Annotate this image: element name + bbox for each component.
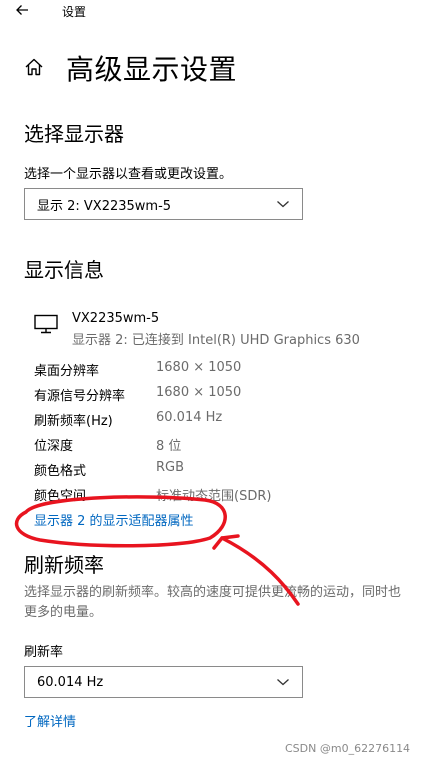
watermark: CSDN @m0_62276114 — [285, 742, 411, 755]
refresh-rate-field-label: 刷新率 — [24, 645, 64, 660]
info-row-refresh-rate: 刷新频率(Hz) — [34, 410, 113, 429]
info-row-color-space: 颜色空间 — [34, 485, 86, 504]
learn-more-link[interactable]: 了解详情 — [24, 711, 76, 730]
section-title-select-display: 选择显示器 — [24, 122, 124, 146]
section-title-refresh-rate: 刷新频率 — [24, 553, 104, 577]
description-line-1: 选择显示器的刷新频率。较高的速度可提供更流畅的运动，同时也 — [24, 585, 402, 600]
description-line-2: 更多的电量。 — [24, 605, 103, 620]
info-row-color-format: 颜色格式 — [34, 460, 86, 479]
info-row-active-signal-resolution: 有源信号分辨率 — [34, 385, 125, 404]
display-select-value: 显示 2: VX2235wm-5 — [37, 198, 172, 214]
annotation-overlay — [14, 495, 300, 606]
page-title: 高级显示设置 — [66, 53, 238, 86]
refresh-rate-description: 选择显示器的刷新频率。较高的速度可提供更流畅的运动，同时也 更多的电量。 — [24, 583, 424, 623]
info-value: 1680 × 1050 — [156, 360, 242, 375]
display-select-dropdown[interactable]: 显示 2: VX2235wm-5 — [24, 188, 303, 220]
info-key: 桌面分辨率 — [34, 364, 100, 379]
info-key: 颜色格式 — [34, 464, 87, 479]
info-key: 刷新频率(Hz) — [34, 414, 113, 429]
monitor-name: VX2235wm-5 — [72, 311, 160, 326]
info-key: 颜色空间 — [34, 489, 87, 504]
info-value: 8 位 — [156, 439, 182, 454]
chevron-down-icon — [276, 199, 290, 209]
info-row-desktop-resolution: 桌面分辨率 — [34, 360, 99, 379]
chevron-down-icon — [276, 677, 290, 687]
home-icon[interactable] — [24, 57, 44, 77]
back-button[interactable] — [14, 2, 30, 22]
section-title-display-info: 显示信息 — [24, 258, 104, 282]
back-arrow-icon — [16, 5, 28, 15]
select-display-instruction: 选择一个显示器以查看或更改设置。 — [24, 167, 233, 182]
info-key: 位深度 — [34, 439, 74, 454]
info-value: 60.014 Hz — [156, 410, 223, 425]
refresh-rate-select-value: 60.014 Hz — [37, 674, 104, 690]
monitor-icon — [34, 314, 58, 338]
display-adapter-properties-link[interactable]: 显示器 2 的显示适配器属性 — [34, 510, 194, 529]
info-value: 1680 × 1050 — [156, 385, 242, 400]
info-value: RGB — [156, 460, 185, 475]
window-title: 设置 — [62, 5, 87, 19]
monitor-connection-info: 显示器 2: 已连接到 Intel(R) UHD Graphics 630 — [72, 333, 360, 348]
annotation-arrow-head — [212, 534, 240, 550]
refresh-rate-select-dropdown[interactable]: 60.014 Hz — [24, 666, 303, 698]
info-row-bit-depth: 位深度 — [34, 435, 73, 454]
info-key: 有源信号分辨率 — [34, 389, 126, 404]
info-value: 标准动态范围(SDR) — [156, 489, 272, 504]
